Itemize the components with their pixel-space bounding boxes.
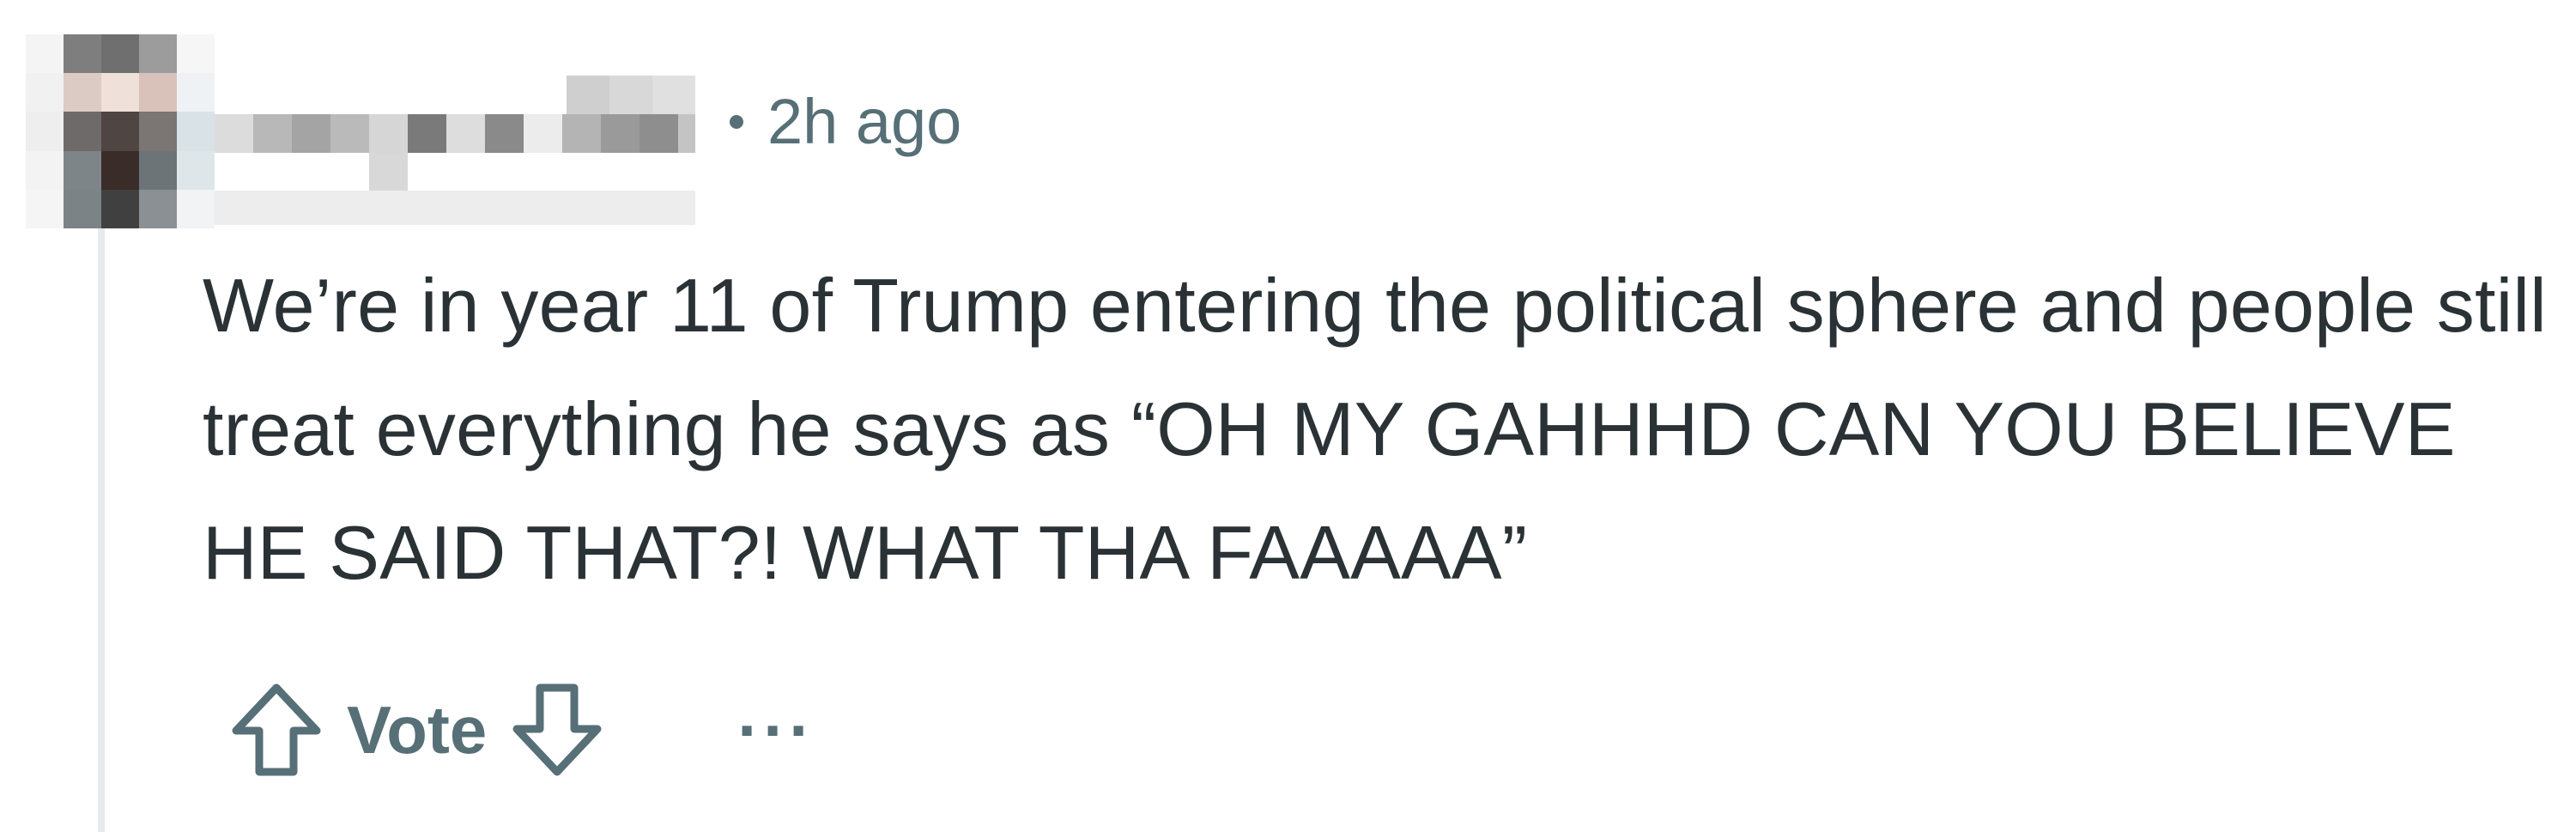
vote-count-label: Vote: [347, 691, 488, 768]
arrow-up-outline-icon: [232, 683, 321, 776]
more-options-button[interactable]: ···: [737, 678, 815, 781]
comment-actions: Vote ···: [225, 678, 815, 781]
upvote-button[interactable]: [225, 678, 328, 781]
timestamp[interactable]: 2h ago: [767, 79, 961, 165]
ellipsis-icon: ···: [737, 691, 815, 768]
comment-card: 2h ago We’re in year 11 of Trump enterin…: [0, 0, 2576, 832]
separator-dot: [730, 115, 743, 129]
downvote-button[interactable]: [506, 678, 609, 781]
comment-body: We’re in year 11 of Trump entering the p…: [203, 263, 2547, 595]
author-avatar[interactable]: [26, 34, 215, 228]
arrow-down-outline-icon: [512, 683, 602, 776]
thread-line[interactable]: [98, 228, 105, 832]
comment-meta: 2h ago: [730, 79, 961, 165]
author-name-redacted[interactable]: [215, 76, 695, 228]
